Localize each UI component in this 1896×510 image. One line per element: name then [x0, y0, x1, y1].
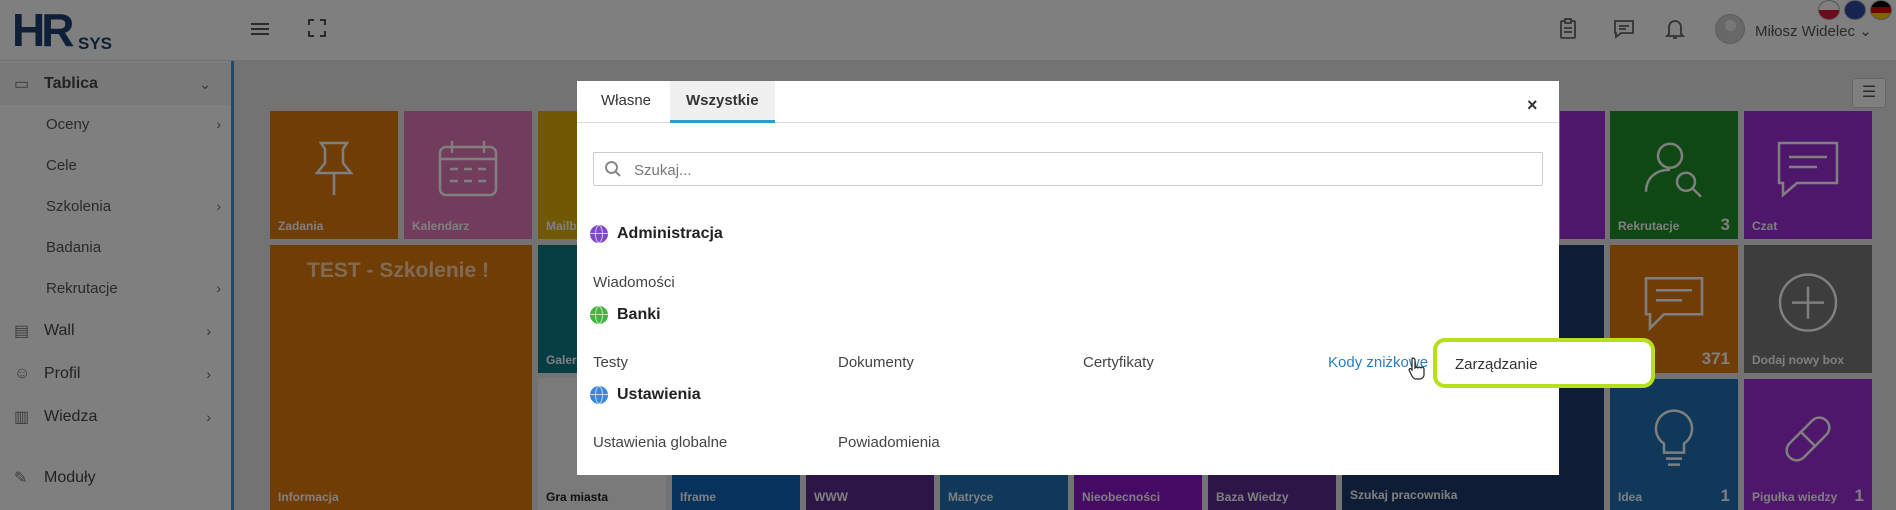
modal-tabs: Własne Wszystkie: [577, 81, 1559, 123]
globe-icon: [590, 386, 608, 404]
search-input[interactable]: [634, 159, 1514, 181]
search-icon: [605, 161, 621, 177]
section-ustawienia: Ustawienia: [590, 386, 701, 404]
section-administracja: Administracja: [590, 225, 723, 243]
search-field: [593, 152, 1543, 186]
tab-wszystkie[interactable]: Wszystkie: [670, 81, 775, 123]
submenu-label: Zarządzanie: [1455, 356, 1538, 373]
close-icon[interactable]: ×: [1527, 95, 1538, 116]
hand-cursor-icon: [1408, 357, 1425, 380]
item-testy[interactable]: Testy: [593, 354, 628, 371]
module-picker-modal: Własne Wszystkie × Administracja Wiadomo…: [577, 81, 1559, 475]
item-dokumenty[interactable]: Dokumenty: [838, 354, 914, 371]
item-powiadomienia[interactable]: Powiadomienia: [838, 434, 940, 451]
item-certyfikaty[interactable]: Certyfikaty: [1083, 354, 1154, 371]
submenu-zarzadzanie[interactable]: Zarządzanie: [1433, 338, 1655, 388]
item-ustawienia-globalne[interactable]: Ustawienia globalne: [593, 434, 727, 451]
globe-icon: [590, 306, 608, 324]
section-banki: Banki: [590, 306, 661, 324]
tab-wlasne[interactable]: Własne: [585, 81, 667, 123]
globe-icon: [590, 225, 608, 243]
item-wiadomosci[interactable]: Wiadomości: [593, 274, 675, 291]
